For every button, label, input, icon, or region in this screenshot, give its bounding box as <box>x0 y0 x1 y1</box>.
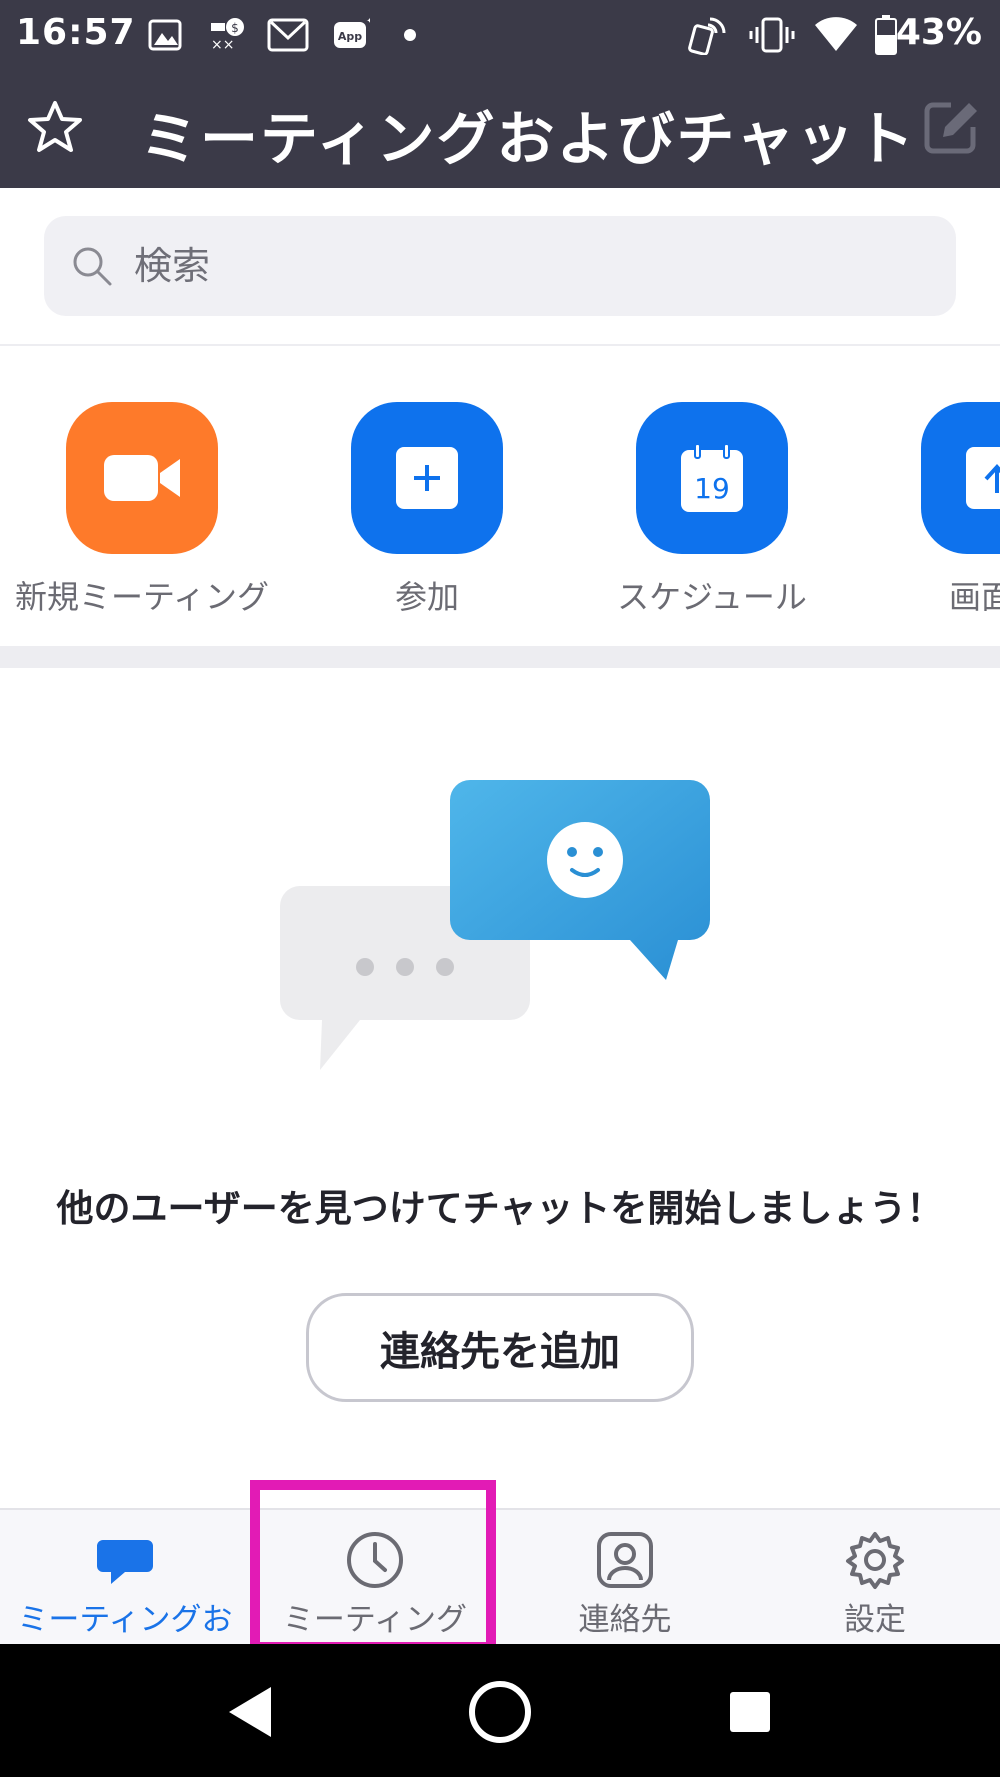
search-icon <box>73 247 112 286</box>
share-screen-icon <box>966 447 1000 509</box>
new-meeting-tile[interactable] <box>66 402 218 554</box>
contact-icon <box>597 1532 653 1588</box>
bottom-tab-bar: ミーティングお ミーティング 連絡先 設定 <box>0 1508 1000 1644</box>
battery-percentage: 43% <box>895 12 982 53</box>
schedule-label: スケジュール <box>617 578 807 616</box>
schedule-tile[interactable]: 19 <box>636 402 788 554</box>
calendar-icon: 19 <box>681 443 743 512</box>
tab-contacts[interactable]: 連絡先 <box>500 1510 750 1644</box>
video-camera-icon <box>104 455 180 501</box>
add-contact-button[interactable]: 連絡先を追加 <box>306 1293 694 1402</box>
gear-icon <box>846 1532 904 1589</box>
tab-meetings-chat[interactable]: ミーティングお <box>0 1510 250 1644</box>
nfc-icon <box>684 16 728 55</box>
recents-button[interactable] <box>712 1674 788 1750</box>
plus-icon <box>396 447 458 509</box>
schedule-button[interactable]: 19 スケジュール <box>582 402 842 618</box>
quick-actions: 新規ミーティング 参加 19 スケジュール 画面の <box>0 346 1000 646</box>
chat-illustration <box>280 780 710 1070</box>
gmail-icon <box>266 16 310 54</box>
dollar-notification-icon: $ ×× <box>208 16 248 54</box>
svg-text:××: ×× <box>211 37 234 53</box>
share-screen-label: 画面の <box>948 578 1000 616</box>
svg-text:✦: ✦ <box>366 16 370 27</box>
dot-icon <box>400 16 420 54</box>
search-input[interactable] <box>134 216 914 316</box>
search-box[interactable] <box>44 216 956 316</box>
share-screen-button[interactable]: 画面の <box>867 402 1000 618</box>
compose-icon <box>924 102 977 154</box>
join-button[interactable]: 参加 <box>297 402 557 618</box>
tab-label: ミーティングお <box>17 1602 233 1638</box>
compose-button[interactable] <box>918 94 984 160</box>
home-button[interactable] <box>462 1674 538 1750</box>
tab-label: 連絡先 <box>578 1602 672 1638</box>
app-icon: App ✦ <box>330 16 370 54</box>
wifi-icon <box>812 16 860 54</box>
star-button[interactable] <box>22 94 88 160</box>
join-tile[interactable] <box>351 402 503 554</box>
search-section <box>0 188 1000 346</box>
svg-text:$: $ <box>231 21 239 35</box>
battery-icon <box>874 15 898 55</box>
status-bar: 16:57 $ ×× App ✦ 43% <box>0 0 1000 70</box>
highlight-annotation <box>250 1480 496 1652</box>
chat-bubble-icon <box>97 1540 153 1584</box>
image-icon <box>146 16 184 54</box>
new-meeting-label: 新規ミーティング <box>14 578 270 616</box>
star-icon <box>28 101 82 152</box>
share-screen-tile[interactable] <box>921 402 1000 554</box>
tab-settings[interactable]: 設定 <box>750 1510 1000 1644</box>
recents-icon <box>730 1692 770 1732</box>
calendar-day: 19 <box>694 472 730 505</box>
section-divider <box>0 646 1000 668</box>
vibrate-icon <box>748 16 796 54</box>
app-header: ミーティングおよびチャット <box>0 70 1000 188</box>
empty-state-message: 他のユーザーを見つけてチャットを開始しましょう！ <box>56 1187 944 1230</box>
status-time: 16:57 <box>16 12 136 53</box>
home-icon <box>469 1681 531 1743</box>
tab-label: 設定 <box>844 1602 906 1638</box>
join-label: 参加 <box>394 578 459 616</box>
system-navigation-bar <box>0 1644 1000 1777</box>
new-meeting-button[interactable]: 新規ミーティング <box>12 402 272 618</box>
svg-text:App: App <box>338 30 362 43</box>
page-title: ミーティングおよびチャット <box>140 105 916 173</box>
back-button[interactable] <box>212 1674 288 1750</box>
back-icon <box>229 1687 271 1737</box>
